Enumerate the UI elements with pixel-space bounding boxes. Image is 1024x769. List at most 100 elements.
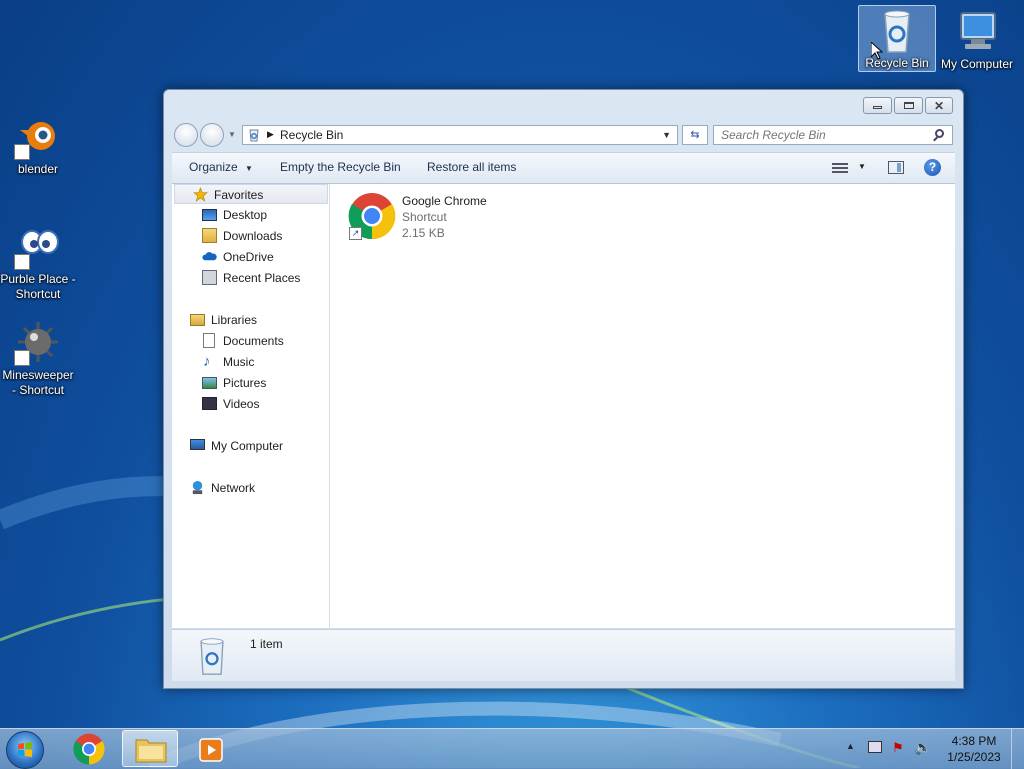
desktop-icon <box>202 209 217 221</box>
recycle-bin-icon <box>249 129 259 142</box>
file-size: 2.15 KB <box>402 226 445 240</box>
organize-button[interactable]: Organize ▼ <box>189 160 253 174</box>
media-player-icon <box>199 738 223 762</box>
desktop-icon-blender[interactable]: blender <box>0 112 76 177</box>
refresh-button[interactable]: ⇆ <box>682 125 708 145</box>
desktop-icon-recycle-bin[interactable]: Recycle Bin <box>858 5 936 72</box>
empty-recycle-bin-button[interactable]: Empty the Recycle Bin <box>280 160 401 174</box>
shortcut-arrow-icon <box>14 144 30 160</box>
change-view-icon[interactable] <box>832 161 848 174</box>
desktop-icon-label: Purble Place - Shortcut <box>0 272 76 301</box>
nav-label: Documents <box>223 334 284 348</box>
file-item[interactable]: ↗ Google Chrome Shortcut 2.15 KB <box>348 192 508 242</box>
nav-item-favorites[interactable]: Favorites <box>174 184 328 204</box>
nav-label: OneDrive <box>223 250 274 264</box>
breadcrumb-current[interactable]: Recycle Bin <box>280 128 343 142</box>
mouse-cursor <box>871 42 883 60</box>
network-icon <box>192 480 203 495</box>
downloads-folder-icon <box>202 228 217 243</box>
preview-pane-icon[interactable] <box>888 161 904 174</box>
nav-item-downloads[interactable]: Downloads <box>172 226 329 246</box>
star-icon <box>193 187 208 202</box>
desktop-icon-my-computer[interactable]: My Computer <box>936 7 1018 72</box>
item-count: 1 item <box>250 637 283 651</box>
blender-icon <box>14 112 62 160</box>
breadcrumb-arrow-icon[interactable]: ▶ <box>267 129 274 140</box>
desktop-icon-minesweeper[interactable]: Minesweeper - Shortcut <box>0 318 76 398</box>
document-icon <box>203 333 215 348</box>
shortcut-arrow-icon: ↗ <box>349 227 362 240</box>
close-button[interactable]: ✕ <box>925 97 953 114</box>
desktop-icon-purble-place[interactable]: Purble Place - Shortcut <box>0 222 76 302</box>
restore-all-items-button[interactable]: Restore all items <box>427 160 516 174</box>
show-desktop-button[interactable] <box>1011 729 1024 769</box>
view-dropdown-icon[interactable]: ▼ <box>858 162 866 171</box>
volume-icon[interactable]: 🔈 <box>914 739 931 756</box>
nav-label: Favorites <box>214 188 264 202</box>
desktop-icon-label: blender <box>17 162 59 176</box>
shortcut-arrow-icon <box>14 350 30 366</box>
nav-item-desktop[interactable]: Desktop <box>172 205 329 225</box>
nav-item-music[interactable]: ♪ Music <box>172 352 329 372</box>
recycle-bin-icon <box>200 638 224 675</box>
action-center-flag-icon[interactable]: ⚑ <box>892 740 904 756</box>
file-type: Shortcut <box>402 210 447 224</box>
navigation-pane: Favorites Desktop Downloads OneDrive Rec… <box>172 184 330 628</box>
address-dropdown-icon[interactable]: ▼ <box>662 130 671 140</box>
chevron-down-icon: ▼ <box>245 164 253 173</box>
pictures-icon <box>202 377 217 389</box>
shortcut-arrow-icon <box>14 254 30 270</box>
command-bar: Organize ▼ Empty the Recycle Bin Restore… <box>172 152 955 184</box>
show-hidden-icons-icon[interactable]: ▲ <box>846 741 855 751</box>
network-status-icon[interactable] <box>868 741 882 753</box>
taskbar-chrome[interactable] <box>61 730 117 767</box>
mine-icon <box>14 318 62 366</box>
nav-item-documents[interactable]: Documents <box>172 331 329 351</box>
window-controls: ✕ <box>863 97 953 114</box>
clock-date: 1/25/2023 <box>947 750 1001 764</box>
nav-label: Recent Places <box>223 271 301 285</box>
start-button[interactable] <box>6 731 44 769</box>
address-row: ▼ ▶ Recycle Bin ▼ ⇆ <box>172 123 955 147</box>
nav-label: Music <box>223 355 255 369</box>
nav-label: Libraries <box>211 313 258 327</box>
computer-icon <box>953 7 1001 55</box>
recent-places-icon <box>202 270 217 285</box>
chrome-icon <box>73 733 105 765</box>
music-note-icon: ♪ <box>203 353 211 370</box>
film-strip-icon <box>202 397 217 410</box>
nav-item-videos[interactable]: Videos <box>172 394 329 414</box>
search-input[interactable] <box>713 125 953 145</box>
search-icon[interactable] <box>935 129 944 138</box>
nav-label: Pictures <box>223 376 267 390</box>
file-list: ↗ Google Chrome Shortcut 2.15 KB <box>330 184 955 628</box>
windows-logo-icon <box>18 742 32 757</box>
minimize-button[interactable] <box>863 97 892 114</box>
desktop-icon-label: My Computer <box>940 57 1014 71</box>
nav-label: Desktop <box>223 208 268 222</box>
maximize-button[interactable] <box>894 97 923 114</box>
desktop-icon-label: Minesweeper - Shortcut <box>2 368 74 397</box>
nav-label: Downloads <box>223 229 283 243</box>
taskbar-explorer[interactable] <box>122 730 178 767</box>
nav-item-network[interactable]: Network <box>172 478 329 498</box>
nav-item-libraries[interactable]: Libraries <box>172 310 329 330</box>
nav-item-pictures[interactable]: Pictures <box>172 373 329 393</box>
clock[interactable]: 4:38 PM 1/25/2023 <box>938 733 1010 765</box>
nav-item-onedrive[interactable]: OneDrive <box>172 247 329 267</box>
organize-label: Organize <box>189 160 238 174</box>
clock-time: 4:38 PM <box>951 734 997 748</box>
file-name: Google Chrome <box>402 194 487 208</box>
taskbar-media-player[interactable] <box>183 730 239 767</box>
purble-place-icon <box>14 222 62 270</box>
recent-pages-dropdown[interactable]: ▼ <box>228 130 236 139</box>
address-bar[interactable]: ▶ Recycle Bin ▼ <box>242 125 678 145</box>
back-button[interactable] <box>174 123 198 147</box>
nav-item-my-computer[interactable]: My Computer <box>172 436 329 456</box>
cloud-icon <box>202 252 217 261</box>
help-icon[interactable]: ? <box>924 159 941 176</box>
computer-icon <box>190 439 205 450</box>
forward-button[interactable] <box>200 123 224 147</box>
nav-item-recent-places[interactable]: Recent Places <box>172 268 329 288</box>
maximize-icon <box>903 102 914 109</box>
